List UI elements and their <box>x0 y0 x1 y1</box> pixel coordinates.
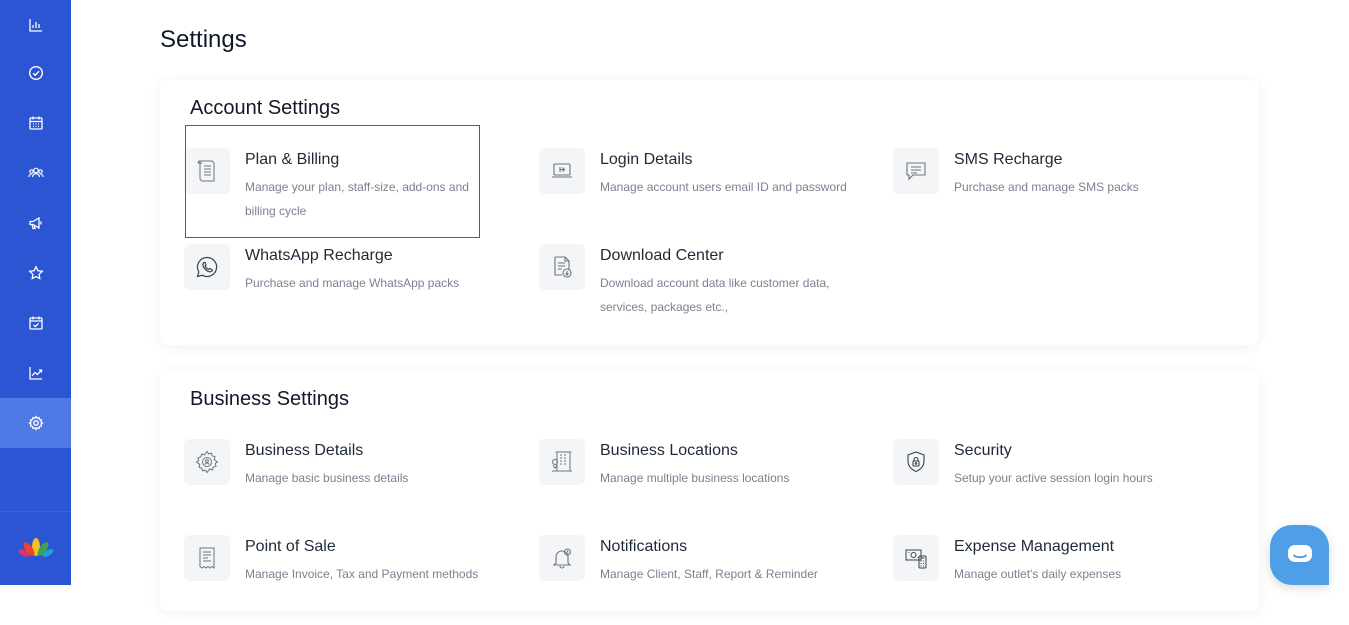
notifications-title: Notifications <box>600 538 688 555</box>
whatsapp-recharge-title: WhatsApp Recharge <box>245 247 393 264</box>
download-center-desc: Download account data like customer data… <box>600 276 830 314</box>
business-details-title: Business Details <box>245 442 364 459</box>
plan-billing-desc: Manage your plan, staff-size, add-ons an… <box>245 180 469 218</box>
business-details-desc: Manage basic business details <box>245 471 409 485</box>
download-center-item[interactable]: Download Center Download account data li… <box>539 244 859 334</box>
plan-billing-title: Plan & Billing <box>245 151 340 168</box>
account-settings-title: Account Settings <box>190 97 341 119</box>
expense-management-title: Expense Management <box>954 538 1115 555</box>
expense-management-item[interactable]: Expense Management Manage outlet's daily… <box>893 535 1213 625</box>
sidebar-item-reviews[interactable] <box>0 248 71 298</box>
sidebar-item-marketing[interactable] <box>0 198 71 248</box>
chat-bubble-icon <box>1287 545 1312 562</box>
sidebar-item-calendar[interactable] <box>0 98 71 148</box>
plan-billing-item[interactable]: Plan & Billing Manage your plan, staff-s… <box>184 148 504 238</box>
security-title: Security <box>954 442 1012 459</box>
business-locations-item[interactable]: Business Locations Manage multiple busin… <box>539 439 859 529</box>
laptop-login-icon <box>539 148 585 194</box>
business-locations-desc: Manage multiple business locations <box>600 471 790 485</box>
login-details-title: Login Details <box>600 151 693 168</box>
whatsapp-recharge-item[interactable]: WhatsApp Recharge Purchase and manage Wh… <box>184 244 504 334</box>
sidebar-item-settings[interactable] <box>0 398 71 448</box>
sidebar-item-tasks[interactable] <box>0 48 71 98</box>
trending-up-icon <box>28 367 42 380</box>
business-locations-title: Business Locations <box>600 442 738 459</box>
message-icon <box>893 148 939 194</box>
security-desc: Setup your active session login hours <box>954 471 1153 485</box>
building-location-icon <box>539 439 585 485</box>
point-of-sale-title: Point of Sale <box>245 538 336 555</box>
business-settings-card: Business Settings Business Details Manag… <box>160 371 1259 611</box>
calendar-check-icon <box>28 316 43 330</box>
star-icon <box>27 265 44 280</box>
account-settings-card: Account Settings Plan & Billing Manage y… <box>160 80 1259 345</box>
download-center-title: Download Center <box>600 247 724 264</box>
notifications-desc: Manage Client, Staff, Report & Reminder <box>600 567 818 581</box>
expense-management-desc: Manage outlet's daily expenses <box>954 567 1122 581</box>
whatsapp-recharge-desc: Purchase and manage WhatsApp packs <box>245 276 460 290</box>
login-details-desc: Manage account users email ID and passwo… <box>600 180 847 194</box>
sms-recharge-item[interactable]: SMS Recharge Purchase and manage SMS pac… <box>893 148 1213 238</box>
bar-chart-icon <box>28 19 42 32</box>
sms-recharge-desc: Purchase and manage SMS packs <box>954 180 1139 194</box>
sidebar-item-analytics[interactable] <box>0 0 71 50</box>
users-group-icon <box>27 167 44 178</box>
security-item[interactable]: Security Setup your active session login… <box>893 439 1213 529</box>
chat-widget-button[interactable] <box>1270 525 1329 585</box>
shield-lock-icon <box>893 439 939 485</box>
brand-logo <box>18 538 54 557</box>
business-settings-title: Business Settings <box>190 388 349 410</box>
sidebar <box>0 0 71 585</box>
megaphone-icon <box>28 216 42 230</box>
sidebar-item-appointments[interactable] <box>0 298 71 348</box>
gear-badge-icon <box>184 439 230 485</box>
whatsapp-icon <box>184 244 230 290</box>
point-of-sale-desc: Manage Invoice, Tax and Payment methods <box>245 567 479 581</box>
point-of-sale-item[interactable]: Point of Sale Manage Invoice, Tax and Pa… <box>184 535 504 625</box>
sidebar-item-reports[interactable] <box>0 348 71 398</box>
cash-register-icon <box>893 535 939 581</box>
page-title: Settings <box>160 26 247 53</box>
gear-icon <box>27 415 44 431</box>
invoice-icon <box>184 535 230 581</box>
sidebar-divider <box>0 511 71 512</box>
bell-clock-icon <box>539 535 585 581</box>
receipt-icon <box>184 148 230 194</box>
business-details-item[interactable]: Business Details Manage basic business d… <box>184 439 504 529</box>
sidebar-item-customers[interactable] <box>0 148 71 198</box>
login-details-item[interactable]: Login Details Manage account users email… <box>539 148 859 238</box>
document-download-icon <box>539 244 585 290</box>
calendar-icon <box>28 116 43 130</box>
check-circle-icon <box>28 65 43 81</box>
sms-recharge-title: SMS Recharge <box>954 151 1063 168</box>
notifications-item[interactable]: Notifications Manage Client, Staff, Repo… <box>539 535 859 625</box>
